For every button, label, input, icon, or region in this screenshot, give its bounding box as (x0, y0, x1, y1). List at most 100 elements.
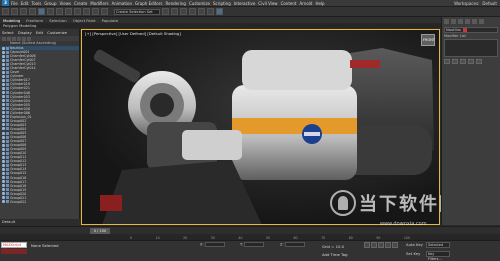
visibility-icon[interactable] (2, 131, 5, 135)
go-to-start-icon[interactable] (364, 242, 370, 248)
make-unique-icon[interactable] (460, 59, 466, 64)
modify-tab-icon[interactable] (451, 19, 456, 24)
select-object-icon[interactable] (38, 8, 45, 15)
undo-icon[interactable] (2, 8, 9, 15)
visibility-icon[interactable] (2, 91, 5, 95)
visibility-icon[interactable] (2, 82, 5, 86)
visibility-icon[interactable] (2, 196, 5, 200)
visibility-icon[interactable] (2, 62, 5, 66)
configure-modifier-sets-icon[interactable] (476, 59, 482, 64)
workspace-dropdown[interactable]: Default (482, 1, 497, 6)
list-item[interactable]: Group022 (2, 200, 79, 204)
menu-scripting[interactable]: Scripting (213, 1, 231, 6)
scale-icon[interactable] (74, 8, 81, 15)
display-tab-icon[interactable] (472, 19, 477, 24)
go-to-end-icon[interactable] (392, 242, 398, 248)
snap-icon[interactable] (83, 8, 90, 15)
visibility-icon[interactable] (2, 188, 5, 192)
visibility-icon[interactable] (2, 184, 5, 188)
menu-customize[interactable]: Customize (189, 1, 210, 6)
key-selection-dropdown[interactable]: Selected (426, 242, 450, 248)
menu-graph-editors[interactable]: Graph Editors (135, 1, 162, 6)
visibility-icon[interactable] (2, 176, 5, 180)
visibility-icon[interactable] (2, 155, 5, 159)
visibility-icon[interactable] (2, 78, 5, 82)
render-icon[interactable] (216, 8, 223, 15)
next-frame-icon[interactable] (385, 242, 391, 248)
modifier-list-dropdown[interactable]: Modifier List (444, 34, 498, 38)
visibility-icon[interactable] (2, 70, 5, 74)
scene-explorer-footer[interactable]: Default (0, 219, 80, 225)
show-end-result-icon[interactable] (452, 59, 458, 64)
pin-stack-icon[interactable] (444, 59, 450, 64)
maxscript-output[interactable] (1, 249, 27, 254)
mirror-icon[interactable] (162, 8, 169, 15)
se-menu-customize[interactable]: Customize (47, 30, 67, 35)
filter-geometry-icon[interactable] (2, 36, 6, 41)
layer-icon[interactable] (180, 8, 187, 15)
object-name-field[interactable]: Nautilus (444, 27, 498, 33)
polygon-modeling-label[interactable]: Polygon Modeling (0, 23, 500, 28)
menu-views[interactable]: Views (60, 1, 72, 6)
visibility-icon[interactable] (2, 46, 5, 50)
visibility-icon[interactable] (2, 103, 5, 107)
visibility-icon[interactable] (2, 167, 5, 171)
rotate-icon[interactable] (65, 8, 72, 15)
visibility-icon[interactable] (2, 143, 5, 147)
tab-selection[interactable]: Selection (49, 18, 67, 23)
se-menu-display[interactable]: Display (18, 30, 32, 35)
visibility-icon[interactable] (2, 86, 5, 90)
select-by-name-icon[interactable] (47, 8, 54, 15)
tab-populate[interactable]: Populate (102, 18, 119, 23)
render-setup-icon[interactable] (207, 8, 214, 15)
filter-cameras-icon[interactable] (17, 36, 21, 41)
visibility-icon[interactable] (2, 66, 5, 70)
menu-civil-view[interactable]: Civil View (258, 1, 277, 6)
visibility-icon[interactable] (2, 171, 5, 175)
filter-helpers-icon[interactable] (22, 36, 26, 41)
viewcube[interactable]: FRONT (421, 34, 435, 46)
visibility-icon[interactable] (2, 151, 5, 155)
visibility-icon[interactable] (2, 107, 5, 111)
visibility-icon[interactable] (2, 50, 5, 54)
modifier-stack[interactable] (444, 39, 498, 57)
x-coordinate-field[interactable] (204, 242, 225, 247)
object-color-swatch[interactable] (462, 28, 467, 32)
menu-content[interactable]: Content (281, 1, 297, 6)
remove-modifier-icon[interactable] (468, 59, 474, 64)
menu-modifiers[interactable]: Modifiers (90, 1, 108, 6)
tab-freeform[interactable]: Freeform (26, 18, 43, 23)
material-editor-icon[interactable] (198, 8, 205, 15)
tab-modeling[interactable]: Modeling (3, 18, 20, 23)
menu-arnold[interactable]: Arnold (299, 1, 312, 6)
se-menu-select[interactable]: Select (2, 30, 14, 35)
add-time-tag[interactable]: Add Time Tag (322, 252, 347, 257)
menu-help[interactable]: Help (315, 1, 324, 6)
z-coordinate-field[interactable] (284, 242, 305, 247)
se-menu-edit[interactable]: Edit (36, 30, 43, 35)
previous-frame-icon[interactable] (371, 242, 377, 248)
key-filters-button[interactable]: Key Filters... (426, 251, 450, 261)
menu-animation[interactable]: Animation (112, 1, 132, 6)
visibility-icon[interactable] (2, 58, 5, 62)
visibility-icon[interactable] (2, 135, 5, 139)
menu-create[interactable]: Create (74, 1, 87, 6)
menu-rendering[interactable]: Rendering (166, 1, 186, 6)
hierarchy-tab-icon[interactable] (458, 19, 463, 24)
menu-group[interactable]: Group (44, 1, 56, 6)
redo-icon[interactable] (11, 8, 18, 15)
set-key-button[interactable]: Set Key (406, 251, 420, 256)
visibility-icon[interactable] (2, 159, 5, 163)
utilities-tab-icon[interactable] (479, 19, 484, 24)
percent-snap-icon[interactable] (101, 8, 108, 15)
visibility-icon[interactable] (2, 95, 5, 99)
auto-key-button[interactable]: Auto Key (406, 242, 423, 247)
link-icon[interactable] (20, 8, 27, 15)
visibility-icon[interactable] (2, 200, 5, 204)
visibility-icon[interactable] (2, 180, 5, 184)
menu-interactive[interactable]: Interactive (234, 1, 256, 6)
create-tab-icon[interactable] (444, 19, 449, 24)
visibility-icon[interactable] (2, 74, 5, 78)
tab-object-paint[interactable]: Object Paint (73, 18, 96, 23)
unlink-icon[interactable] (29, 8, 36, 15)
